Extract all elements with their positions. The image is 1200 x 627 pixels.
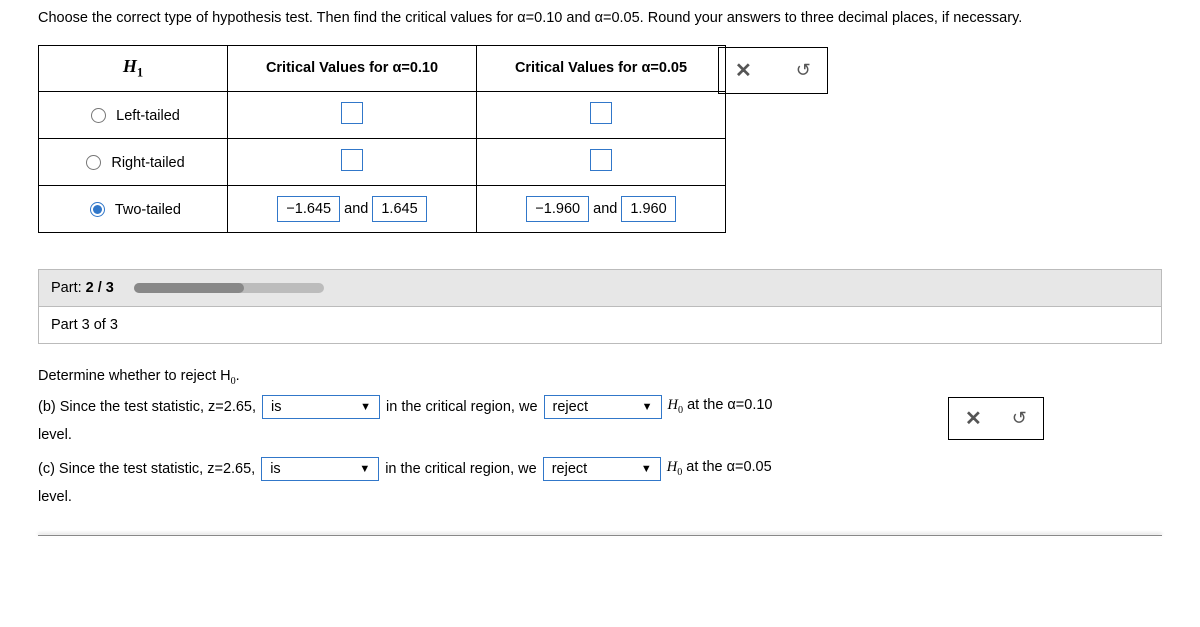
- critical-values-table: H1 Critical Values for α=0.10 Critical V…: [38, 45, 726, 233]
- chevron-down-icon: ▼: [641, 463, 652, 475]
- input-right-010[interactable]: [341, 149, 363, 171]
- reset-icon[interactable]: ↺: [796, 60, 811, 81]
- select-c-reject[interactable]: reject▼: [543, 457, 661, 481]
- input-left-010[interactable]: [341, 102, 363, 124]
- radio-left-tailed[interactable]: Left-tailed: [86, 108, 180, 124]
- chevron-down-icon: ▼: [360, 401, 371, 413]
- close-icon[interactable]: ✕: [735, 58, 752, 83]
- progress-slider[interactable]: [134, 283, 324, 293]
- radio-two-tailed[interactable]: Two-tailed: [85, 202, 181, 218]
- input-two-005-hi[interactable]: 1.960: [621, 196, 675, 222]
- chevron-down-icon: ▼: [642, 401, 653, 413]
- and-label: and: [344, 201, 368, 217]
- input-right-005[interactable]: [590, 149, 612, 171]
- header-alpha-010: Critical Values for α=0.10: [228, 46, 477, 92]
- reset-icon[interactable]: ↺: [1012, 408, 1027, 429]
- question-action-panel: ✕ ↺: [948, 397, 1044, 440]
- and-label: and: [593, 201, 617, 217]
- select-c-is[interactable]: is▼: [261, 457, 379, 481]
- close-icon[interactable]: ✕: [965, 406, 982, 431]
- footer-divider: [38, 535, 1162, 537]
- table-action-panel: ✕ ↺: [718, 47, 828, 94]
- instructions: Choose the correct type of hypothesis te…: [38, 0, 1162, 45]
- question-c: (c) Since the test statistic, z=2.65, is…: [38, 457, 1162, 481]
- input-two-010-lo[interactable]: −1.645: [277, 196, 340, 222]
- select-b-is[interactable]: is▼: [262, 395, 380, 419]
- input-left-005[interactable]: [590, 102, 612, 124]
- progress-bar: Part: 2 / 3: [38, 269, 1162, 307]
- header-h1: H1: [39, 46, 228, 92]
- select-b-reject[interactable]: reject▼: [544, 395, 662, 419]
- input-two-010-hi[interactable]: 1.645: [372, 196, 426, 222]
- input-two-005-lo[interactable]: −1.960: [526, 196, 589, 222]
- chevron-down-icon: ▼: [359, 463, 370, 475]
- c-level: level.: [38, 489, 1162, 505]
- part-3-header: Part 3 of 3: [38, 307, 1162, 344]
- radio-right-tailed[interactable]: Right-tailed: [81, 155, 184, 171]
- determine-line: Determine whether to reject H0.: [38, 368, 1162, 387]
- header-alpha-005: Critical Values for α=0.05: [477, 46, 726, 92]
